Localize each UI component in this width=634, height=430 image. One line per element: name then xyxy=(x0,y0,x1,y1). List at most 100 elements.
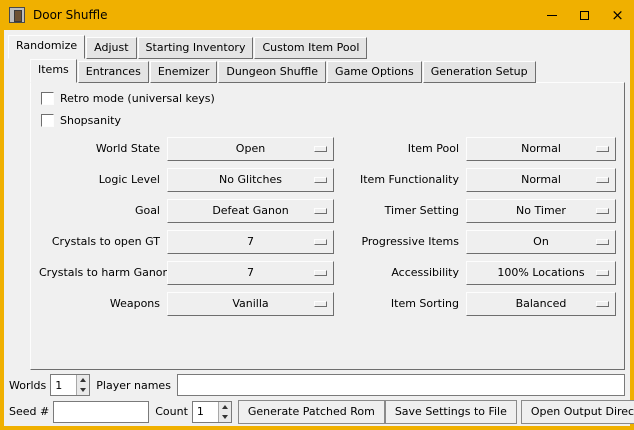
count-spinbox[interactable] xyxy=(192,401,232,423)
tab-randomize[interactable]: Randomize xyxy=(8,35,85,59)
tab-enemizer[interactable]: Enemizer xyxy=(150,61,218,83)
goal-value: Defeat Ganon xyxy=(212,204,288,217)
timer-setting-value: No Timer xyxy=(516,204,566,217)
sub-tab-bar: Items Entrances Enemizer Dungeon Shuffle… xyxy=(30,59,537,83)
field-row: World State Open Item Pool Normal xyxy=(39,136,616,161)
seed-input[interactable] xyxy=(53,401,149,423)
dropdown-indicator-icon xyxy=(314,301,327,307)
dropdown-indicator-icon xyxy=(314,270,327,276)
accessibility-value: 100% Locations xyxy=(497,266,584,279)
worlds-spinbox[interactable] xyxy=(50,374,90,396)
worlds-label: Worlds xyxy=(9,379,46,392)
window-title: Door Shuffle xyxy=(33,8,107,22)
tab-adjust[interactable]: Adjust xyxy=(86,37,136,59)
goal-label: Goal xyxy=(39,204,167,217)
main-tab-bar: Randomize Adjust Starting Inventory Cust… xyxy=(8,35,368,59)
crystals-harm-ganon-value: 7 xyxy=(247,266,254,279)
crystals-harm-ganon-dropdown[interactable]: 7 xyxy=(167,261,334,285)
player-names-input[interactable] xyxy=(177,374,625,396)
accessibility-dropdown[interactable]: 100% Locations xyxy=(466,261,616,285)
crystals-open-gt-value: 7 xyxy=(247,235,254,248)
field-row: Logic Level No Glitches Item Functionali… xyxy=(39,167,616,192)
checkbox-box-icon[interactable] xyxy=(41,92,54,105)
accessibility-label: Accessibility xyxy=(340,266,466,279)
seed-label: Seed # xyxy=(9,405,49,418)
worlds-input[interactable] xyxy=(51,375,76,395)
arrow-down-icon xyxy=(80,388,86,392)
timer-setting-label: Timer Setting xyxy=(340,204,466,217)
checkbox-box-icon[interactable] xyxy=(41,114,54,127)
count-input[interactable] xyxy=(193,402,218,422)
worlds-row: Worlds Player names xyxy=(9,373,625,397)
crystals-harm-ganon-label: Crystals to harm Ganon xyxy=(39,266,167,279)
dropdown-indicator-icon xyxy=(596,208,609,214)
spin-up-button[interactable] xyxy=(77,375,89,385)
logic-level-value: No Glitches xyxy=(219,173,282,186)
tab-game-options[interactable]: Game Options xyxy=(327,61,422,83)
shopsanity-label: Shopsanity xyxy=(60,114,121,127)
crystals-open-gt-label: Crystals to open GT xyxy=(39,235,167,248)
arrow-up-icon xyxy=(80,378,86,382)
close-button[interactable]: × xyxy=(601,0,634,30)
dropdown-indicator-icon xyxy=(596,146,609,152)
item-functionality-label: Item Functionality xyxy=(340,173,466,186)
tab-dungeon-shuffle[interactable]: Dungeon Shuffle xyxy=(218,61,326,83)
item-sorting-dropdown[interactable]: Balanced xyxy=(466,292,616,316)
tab-items[interactable]: Items xyxy=(30,59,77,83)
dropdown-indicator-icon xyxy=(314,239,327,245)
field-row: Crystals to harm Ganon 7 Accessibility 1… xyxy=(39,260,616,285)
item-pool-dropdown[interactable]: Normal xyxy=(466,137,616,161)
logic-level-label: Logic Level xyxy=(39,173,167,186)
item-sorting-value: Balanced xyxy=(516,297,567,310)
crystals-open-gt-dropdown[interactable]: 7 xyxy=(167,230,334,254)
field-row: Weapons Vanilla Item Sorting Balanced xyxy=(39,291,616,316)
tab-custom-item-pool[interactable]: Custom Item Pool xyxy=(254,37,367,59)
window: Door Shuffle × Randomize Adjust Starting… xyxy=(0,0,634,430)
item-pool-label: Item Pool xyxy=(340,142,466,155)
save-settings-button[interactable]: Save Settings to File xyxy=(385,400,517,424)
app-icon[interactable] xyxy=(9,7,25,23)
generate-patched-rom-button[interactable]: Generate Patched Rom xyxy=(238,400,385,424)
dropdown-indicator-icon xyxy=(596,177,609,183)
dropdown-indicator-icon xyxy=(314,208,327,214)
client-area: Randomize Adjust Starting Inventory Cust… xyxy=(4,30,630,426)
item-pool-value: Normal xyxy=(521,142,561,155)
field-row: Goal Defeat Ganon Timer Setting No Timer xyxy=(39,198,616,223)
logic-level-dropdown[interactable]: No Glitches xyxy=(167,168,334,192)
retro-mode-checkbox[interactable]: Retro mode (universal keys) xyxy=(39,88,616,108)
close-icon: × xyxy=(611,8,624,23)
tab-generation-setup[interactable]: Generation Setup xyxy=(423,61,536,83)
arrow-down-icon xyxy=(222,415,228,419)
progressive-items-dropdown[interactable]: On xyxy=(466,230,616,254)
goal-dropdown[interactable]: Defeat Ganon xyxy=(167,199,334,223)
weapons-dropdown[interactable]: Vanilla xyxy=(167,292,334,316)
dropdown-indicator-icon xyxy=(314,177,327,183)
world-state-dropdown[interactable]: Open xyxy=(167,137,334,161)
item-sorting-label: Item Sorting xyxy=(340,297,466,310)
weapons-value: Vanilla xyxy=(232,297,268,310)
weapons-label: Weapons xyxy=(39,297,167,310)
spin-down-button[interactable] xyxy=(77,385,89,395)
shopsanity-checkbox[interactable]: Shopsanity xyxy=(39,110,616,130)
count-label: Count xyxy=(155,405,188,418)
arrow-up-icon xyxy=(222,405,228,409)
item-functionality-dropdown[interactable]: Normal xyxy=(466,168,616,192)
dropdown-indicator-icon xyxy=(314,146,327,152)
items-pane: Retro mode (universal keys) Shopsanity W… xyxy=(30,82,625,370)
player-names-label: Player names xyxy=(96,379,171,392)
retro-mode-label: Retro mode (universal keys) xyxy=(60,92,215,105)
spin-arrows xyxy=(76,375,89,395)
timer-setting-dropdown[interactable]: No Timer xyxy=(466,199,616,223)
maximize-icon xyxy=(580,11,589,20)
spin-arrows xyxy=(218,402,231,422)
tab-starting-inventory[interactable]: Starting Inventory xyxy=(138,37,254,59)
tab-entrances[interactable]: Entrances xyxy=(78,61,149,83)
maximize-button[interactable] xyxy=(568,0,601,30)
spin-down-button[interactable] xyxy=(219,412,231,422)
world-state-value: Open xyxy=(236,142,265,155)
open-output-directory-button[interactable]: Open Output Directory xyxy=(521,400,634,424)
dropdown-indicator-icon xyxy=(596,270,609,276)
progressive-items-value: On xyxy=(533,235,549,248)
spin-up-button[interactable] xyxy=(219,402,231,412)
minimize-button[interactable] xyxy=(535,0,568,30)
